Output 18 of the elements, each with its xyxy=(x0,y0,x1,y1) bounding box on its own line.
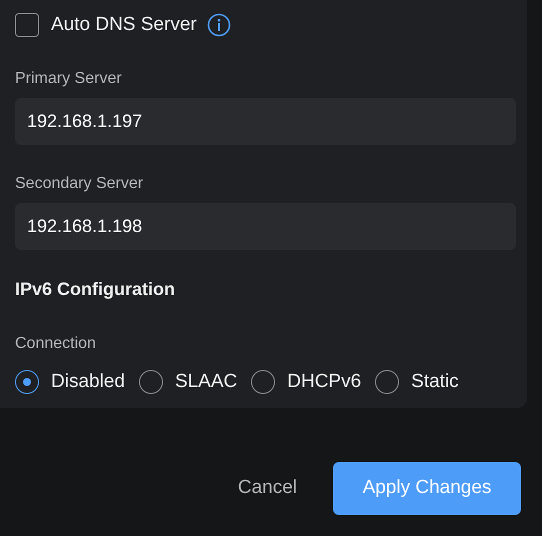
radio-button[interactable] xyxy=(375,370,400,394)
radio-label: DHCPv6 xyxy=(287,370,362,394)
radio-button[interactable] xyxy=(15,370,39,394)
input-field[interactable]: 192.168.1.198 xyxy=(15,202,516,250)
radio-label: Disabled xyxy=(51,370,125,394)
field-label: Primary Server xyxy=(15,68,123,88)
field-label: Secondary Server xyxy=(15,174,144,194)
radio-button[interactable] xyxy=(251,370,276,394)
radio-label: Static xyxy=(411,370,459,394)
radio-button[interactable] xyxy=(138,370,163,394)
field-label: Connection xyxy=(15,334,97,354)
radio-label: SLAAC xyxy=(174,370,238,394)
cancel-button[interactable]: Cancel xyxy=(218,462,317,515)
checkbox[interactable] xyxy=(15,13,39,38)
checkbox-label: Auto DNS Server xyxy=(51,13,197,37)
input-field[interactable]: 192.168.1.197 xyxy=(15,98,516,144)
info-icon[interactable] xyxy=(206,13,231,38)
section-heading: IPv6 Configuration xyxy=(15,278,176,301)
